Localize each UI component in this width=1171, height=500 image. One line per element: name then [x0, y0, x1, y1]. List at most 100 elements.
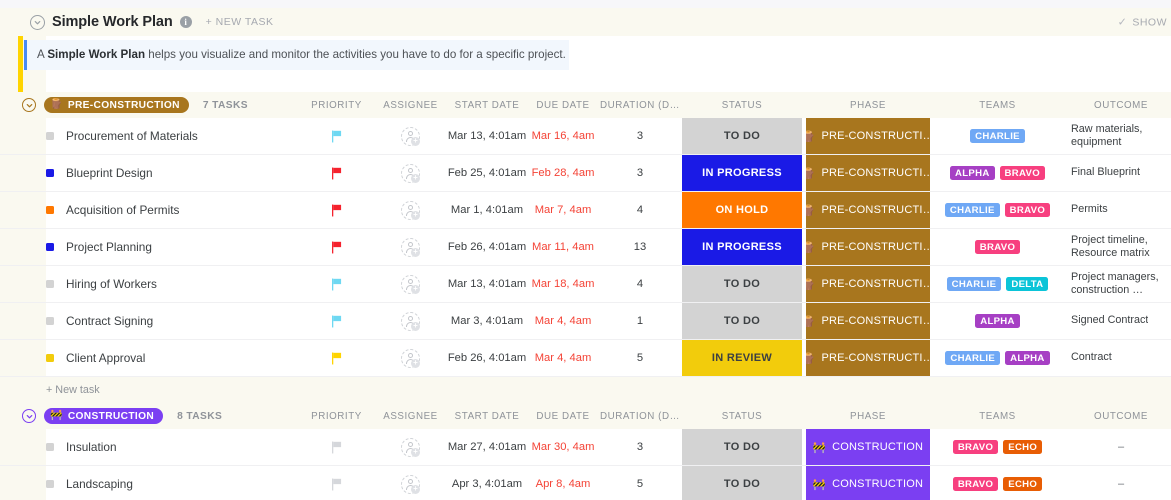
assignee-cell[interactable]: + [373, 429, 448, 465]
teams-cell[interactable]: CHARLIE BRAVO [932, 192, 1063, 228]
column-header-teams[interactable]: TEAMS [932, 411, 1063, 422]
status-badge[interactable]: TO DO [680, 466, 804, 500]
team-tag[interactable]: ALPHA [975, 314, 1020, 328]
duration-cell[interactable]: 13 [600, 229, 680, 265]
due-date-cell[interactable]: Mar 18, 4am [526, 266, 600, 302]
table-row[interactable]: Blueprint Design + Feb 25, 4:01am Feb 28, 4… [0, 155, 1171, 192]
phase-cell[interactable]: 🪵 PRE-CONSTRUCTI… [804, 155, 932, 191]
column-header-priority[interactable]: PRIORITY [300, 100, 373, 111]
task-name-cell[interactable]: Procurement of Materials [0, 118, 300, 154]
column-header-phase[interactable]: PHASE [804, 411, 932, 422]
table-row[interactable]: Project Planning + Feb 26, 4:01am Mar 11, 4… [0, 229, 1171, 266]
status-square-icon[interactable] [46, 169, 54, 177]
phase-cell[interactable]: 🪵 PRE-CONSTRUCTI… [804, 340, 932, 376]
add-assignee-icon[interactable]: + [411, 173, 420, 183]
teams-cell[interactable]: CHARLIE DELTA [932, 266, 1063, 302]
status-badge[interactable]: TO DO [680, 266, 804, 302]
duration-cell[interactable]: 3 [600, 429, 680, 465]
priority-cell[interactable] [300, 266, 373, 302]
assignee-cell[interactable]: + [373, 118, 448, 154]
team-tag[interactable]: BRAVO [974, 240, 1021, 254]
outcome-cell[interactable]: Project timeline, Resource matrix [1063, 229, 1171, 265]
status-badge[interactable]: IN REVIEW [680, 340, 804, 376]
teams-cell[interactable]: ALPHA BRAVO [932, 155, 1063, 191]
phase-cell[interactable]: 🪵 PRE-CONSTRUCTI… [804, 192, 932, 228]
duration-cell[interactable]: 4 [600, 266, 680, 302]
add-assignee-icon[interactable]: + [411, 247, 420, 257]
table-row[interactable]: Contract Signing + Mar 3, 4:01am Mar 4, 4am… [0, 303, 1171, 340]
collapse-list-icon[interactable] [30, 14, 45, 30]
due-date-cell[interactable]: Feb 28, 4am [526, 155, 600, 191]
assignee-avatar[interactable]: + [401, 348, 420, 368]
priority-cell[interactable] [300, 118, 373, 154]
status-cell[interactable]: IN PROGRESS [680, 155, 804, 191]
due-date-cell[interactable]: Mar 16, 4am [526, 118, 600, 154]
priority-cell[interactable] [300, 340, 373, 376]
column-header-outcome[interactable]: OUTCOME [1063, 411, 1171, 422]
teams-cell[interactable]: CHARLIE ALPHA [932, 340, 1063, 376]
status-badge[interactable]: TO DO [680, 429, 804, 465]
column-header-assignee[interactable]: ASSIGNEE [373, 100, 448, 111]
due-date-cell[interactable]: Mar 7, 4am [526, 192, 600, 228]
team-tag[interactable]: CHARLIE [946, 277, 1002, 291]
outcome-cell[interactable]: Signed Contract [1063, 303, 1171, 339]
teams-cell[interactable]: BRAVO ECHO [932, 429, 1063, 465]
column-header-duration[interactable]: DURATION (D… [600, 100, 680, 111]
status-square-icon[interactable] [46, 317, 54, 325]
priority-cell[interactable] [300, 429, 373, 465]
status-cell[interactable]: TO DO [680, 118, 804, 154]
status-badge[interactable]: TO DO [680, 118, 804, 154]
add-new-task-row[interactable]: + New task [0, 377, 1171, 403]
phase-cell[interactable]: 🚧 CONSTRUCTION [804, 466, 932, 500]
assignee-avatar[interactable]: + [401, 200, 420, 220]
assignee-cell[interactable]: + [373, 192, 448, 228]
priority-cell[interactable] [300, 155, 373, 191]
table-row[interactable]: Landscaping + Apr 3, 4:01am Apr 8, 4am 5 TO D… [0, 466, 1171, 500]
add-assignee-icon[interactable]: + [411, 484, 420, 494]
outcome-cell[interactable]: Raw materials, equipment [1063, 118, 1171, 154]
task-name-cell[interactable]: Insulation [0, 429, 300, 465]
status-badge[interactable]: ON HOLD [680, 192, 804, 228]
duration-cell[interactable]: 3 [600, 118, 680, 154]
outcome-cell[interactable]: – [1063, 429, 1171, 465]
status-cell[interactable]: TO DO [680, 303, 804, 339]
status-square-icon[interactable] [46, 132, 54, 140]
add-assignee-icon[interactable]: + [411, 321, 420, 331]
priority-cell[interactable] [300, 466, 373, 500]
start-date-cell[interactable]: Feb 25, 4:01am [448, 155, 526, 191]
column-header-start[interactable]: START DATE [448, 411, 526, 422]
table-row[interactable]: Insulation + Mar 27, 4:01am Mar 30, 4am 3 TO … [0, 429, 1171, 466]
phase-badge[interactable]: 🪵 PRE-CONSTRUCTI… [804, 266, 932, 302]
team-tag[interactable]: ECHO [1003, 440, 1043, 454]
status-square-icon[interactable] [46, 206, 54, 214]
column-header-phase[interactable]: PHASE [804, 100, 932, 111]
team-tag[interactable]: CHARLIE [945, 351, 1001, 365]
status-cell[interactable]: TO DO [680, 266, 804, 302]
start-date-cell[interactable]: Feb 26, 4:01am [448, 340, 526, 376]
team-tag[interactable]: CHARLIE [970, 129, 1025, 143]
status-badge[interactable]: IN PROGRESS [680, 229, 804, 265]
add-assignee-icon[interactable]: + [411, 447, 420, 457]
outcome-cell[interactable]: Permits [1063, 192, 1171, 228]
team-tag[interactable]: ALPHA [1005, 351, 1050, 365]
column-header-due[interactable]: DUE DATE [526, 100, 600, 111]
column-header-priority[interactable]: PRIORITY [300, 411, 373, 422]
due-date-cell[interactable]: Mar 30, 4am [526, 429, 600, 465]
phase-badge[interactable]: 🚧 CONSTRUCTION [804, 429, 932, 465]
phase-badge[interactable]: 🪵 PRE-CONSTRUCTI… [804, 192, 932, 228]
outcome-cell[interactable]: Project managers, construction … [1063, 266, 1171, 302]
status-cell[interactable]: IN PROGRESS [680, 229, 804, 265]
start-date-cell[interactable]: Apr 3, 4:01am [448, 466, 526, 500]
status-badge[interactable]: IN PROGRESS [680, 155, 804, 191]
task-name-cell[interactable]: Acquisition of Permits [0, 192, 300, 228]
status-square-icon[interactable] [46, 243, 54, 251]
team-tag[interactable]: DELTA [1006, 277, 1049, 291]
duration-cell[interactable]: 3 [600, 155, 680, 191]
column-header-due[interactable]: DUE DATE [526, 411, 600, 422]
column-header-duration[interactable]: DURATION (D… [600, 411, 680, 422]
phase-cell[interactable]: 🪵 PRE-CONSTRUCTI… [804, 303, 932, 339]
teams-cell[interactable]: BRAVO ECHO [932, 466, 1063, 500]
column-header-start[interactable]: START DATE [448, 100, 526, 111]
assignee-avatar[interactable]: + [401, 163, 420, 183]
table-row[interactable]: Procurement of Materials + Mar 13, 4:01am M… [0, 118, 1171, 155]
